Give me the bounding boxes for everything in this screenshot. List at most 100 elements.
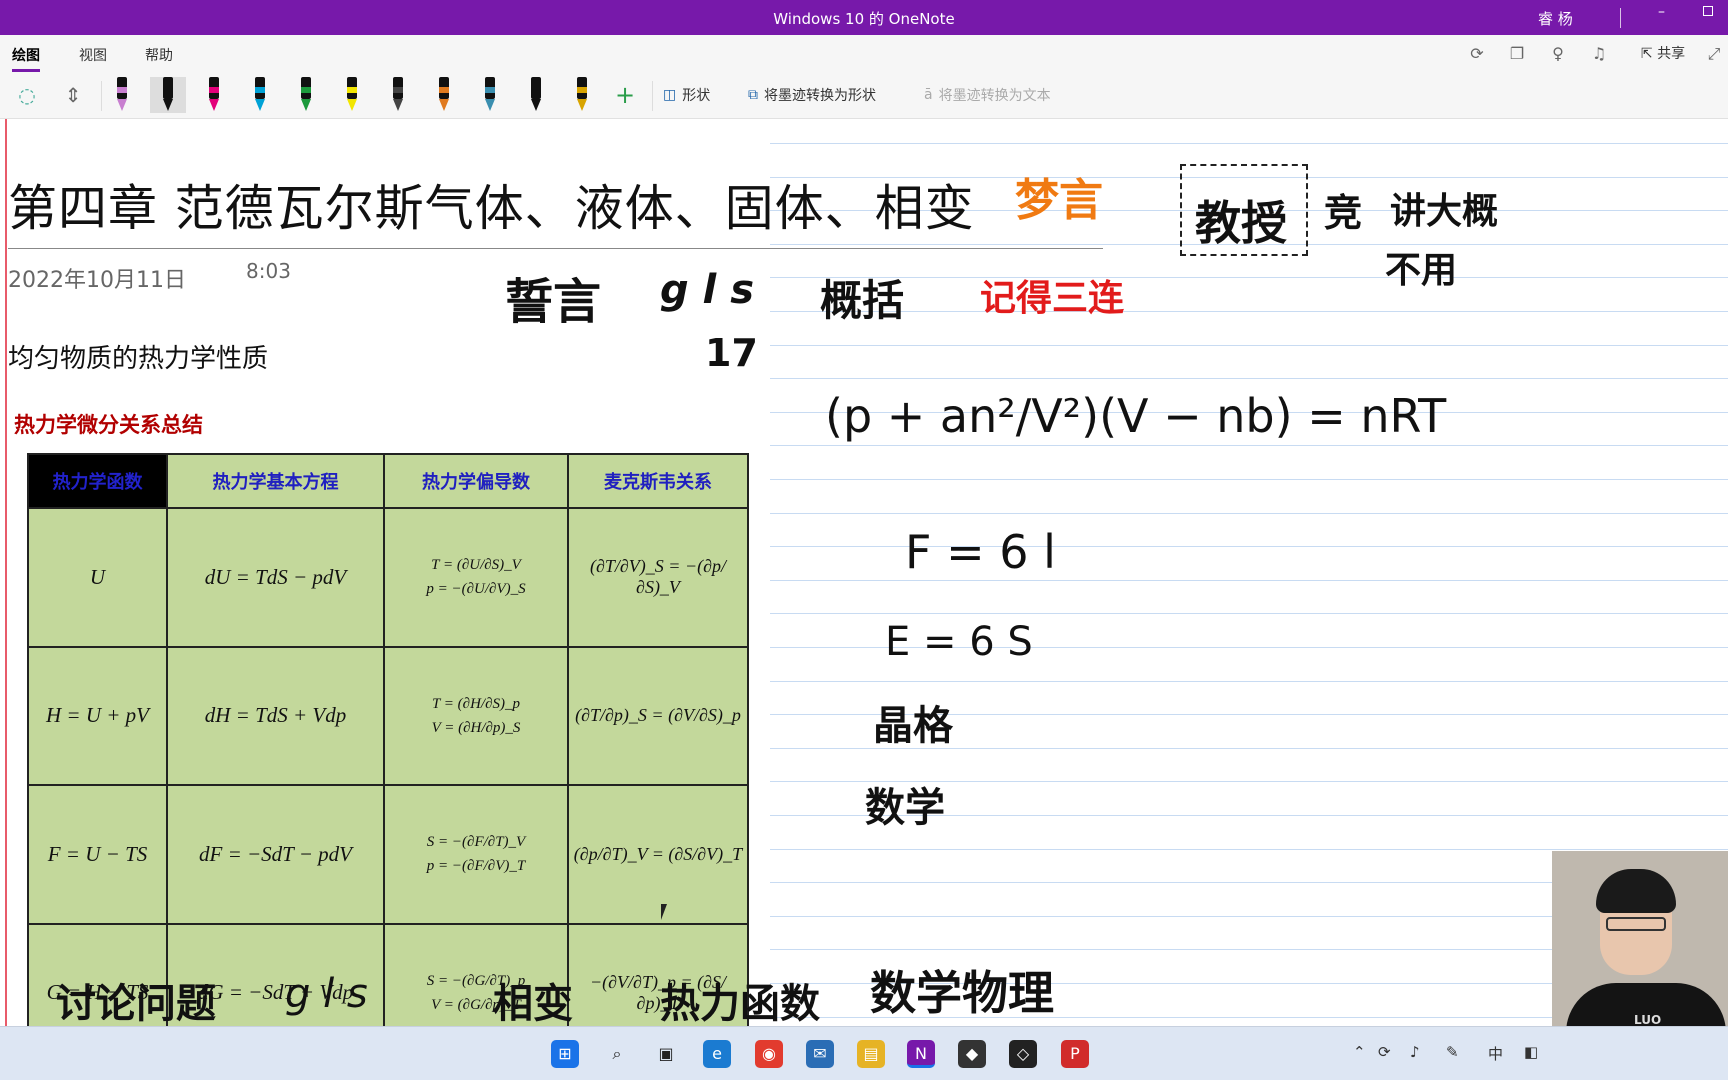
pen-tray-icon[interactable]: ✎: [1446, 1043, 1459, 1061]
tab-view[interactable]: 视图: [79, 45, 107, 65]
insert-space-icon[interactable]: ⇕: [62, 84, 84, 106]
start-icon[interactable]: ⊞: [551, 1040, 579, 1068]
partial-1: T = (∂U/∂S)_V: [431, 557, 521, 574]
sync-icon[interactable]: ⟳: [1466, 43, 1488, 65]
tab-help[interactable]: 帮助: [145, 45, 173, 65]
ink-gls[interactable]: g l s: [660, 267, 754, 313]
table-row: H = U + pV dH = TdS + Vdp T = (∂H/∂S)_p V…: [27, 645, 749, 786]
title-underline: [8, 248, 1103, 249]
page-time: 8:03: [246, 259, 291, 283]
table-header-row: 热力学函数 热力学基本方程 热力学偏导数 麦克斯韦关系: [27, 453, 749, 509]
tray-chevron-icon[interactable]: ⌃: [1353, 1043, 1366, 1061]
chrome-icon[interactable]: ◉: [755, 1040, 783, 1068]
table-title[interactable]: 热力学微分关系总结: [14, 409, 203, 439]
ruled-line: [770, 445, 1728, 447]
shapes-icon: ◫: [663, 87, 677, 103]
table-row: U dU = TdS − pdV T = (∂U/∂S)_V p = −(∂U/∂…: [27, 507, 749, 648]
ink-e6s[interactable]: E = 6 S: [885, 619, 1033, 665]
ruled-line: [770, 143, 1728, 144]
window-title: Windows 10 的 OneNote: [773, 10, 955, 28]
maximize-button[interactable]: [1703, 6, 1713, 16]
cell-basic-eq: dU = TdS − pdV: [166, 507, 385, 648]
ink-gls-bottom[interactable]: g l s: [285, 971, 368, 1017]
pen-rainbow-icon[interactable]: [434, 77, 454, 113]
section-heading[interactable]: 均匀物质的热力学性质: [8, 338, 268, 375]
ruled-line: [770, 479, 1728, 480]
task-view-icon[interactable]: ▣: [652, 1040, 680, 1068]
app-icon-dark[interactable]: ◆: [958, 1040, 986, 1068]
share-icon: ⇱: [1640, 46, 1653, 62]
ink-mengyan[interactable]: 梦言: [1015, 164, 1103, 228]
search-icon[interactable]: ⌕: [603, 1040, 631, 1068]
ink-f6l[interactable]: F = 6 l: [905, 525, 1056, 579]
pen-magenta-icon[interactable]: [204, 77, 224, 113]
ink-relihanshu[interactable]: 热力函数: [660, 971, 820, 1026]
onenote-icon[interactable]: N: [907, 1040, 935, 1068]
microphone-icon[interactable]: ♪: [1410, 1043, 1420, 1061]
ime-indicator[interactable]: 中: [1488, 1043, 1503, 1064]
ink-to-text-label: 将墨迹转换为文本: [938, 88, 1051, 104]
ribbon-separator: [652, 81, 653, 111]
pen-ocean-icon[interactable]: [480, 77, 500, 113]
pen-green-icon[interactable]: [296, 77, 316, 113]
ink-jing[interactable]: 竞: [1324, 182, 1362, 237]
title-separator: [1620, 8, 1621, 28]
ink-shuxuewuli[interactable]: 数学物理: [870, 957, 1054, 1023]
thermo-table[interactable]: 热力学函数 热力学基本方程 热力学偏导数 麦克斯韦关系 U dU = TdS −…: [27, 453, 749, 1026]
lightbulb-icon[interactable]: ♀: [1547, 43, 1569, 65]
app-icon-cube[interactable]: ◇: [1009, 1040, 1037, 1068]
shirt-logo: LUO: [1634, 1013, 1662, 1027]
user-name[interactable]: 睿 杨: [1538, 8, 1573, 29]
expand-icon[interactable]: ⤢: [1703, 43, 1725, 65]
page-icon[interactable]: ❐: [1506, 43, 1528, 65]
tray-sync-icon[interactable]: ⟳: [1378, 1043, 1391, 1061]
ink-xiangbian[interactable]: 相变: [493, 971, 573, 1026]
ink-17[interactable]: 17: [705, 331, 758, 375]
ink-taolun[interactable]: 讨论问题: [56, 971, 216, 1026]
note-page[interactable]: 第四章 范德瓦尔斯气体、液体、固体、相变 2022年10月11日 8:03 均匀…: [0, 119, 1728, 1026]
lasso-select-icon[interactable]: ◌: [16, 84, 38, 106]
partial-2: p = −(∂F/∂V)_T: [426, 858, 526, 875]
share-button[interactable]: ⇱ 共享: [1628, 43, 1698, 65]
cell-basic-eq: dH = TdS + Vdp: [166, 645, 385, 786]
ink-buyong[interactable]: 不用: [1385, 241, 1457, 293]
ruled-line: [770, 579, 1728, 581]
page-title[interactable]: 第四章 范德瓦尔斯气体、液体、固体、相变: [8, 169, 975, 240]
shapes-label: 形状: [682, 88, 711, 104]
pdf-app-icon[interactable]: P: [1061, 1040, 1089, 1068]
file-explorer-icon[interactable]: ▤: [857, 1040, 885, 1068]
ink-jingge[interactable]: 晶格: [873, 693, 953, 751]
ink-to-shape-button[interactable]: ⧉ 将墨迹转换为形状: [748, 85, 876, 105]
shapes-button[interactable]: ◫ 形状: [663, 85, 710, 105]
pen-galaxy-icon[interactable]: [388, 77, 408, 113]
highlighter-pink-icon[interactable]: [112, 77, 132, 113]
tray-app-icon[interactable]: ◧: [1524, 1043, 1538, 1061]
pen-dark-icon[interactable]: [526, 77, 546, 113]
page-date: 2022年10月11日: [8, 268, 186, 293]
edge-icon[interactable]: e: [703, 1040, 731, 1068]
ink-to-text-icon: ā: [924, 87, 933, 103]
partial-2: V = (∂H/∂p)_S: [431, 719, 521, 736]
ink-sanlian[interactable]: 记得三连: [980, 269, 1124, 321]
bell-icon[interactable]: ♫: [1588, 43, 1610, 65]
ink-shuxue[interactable]: 数学: [865, 775, 945, 833]
cell-maxwell: (∂p/∂T)_V = (∂S/∂V)_T: [567, 784, 749, 925]
add-pen-icon[interactable]: +: [614, 83, 636, 107]
minimize-button[interactable]: –: [1658, 4, 1665, 20]
ink-shiyan[interactable]: 誓言: [505, 262, 601, 332]
cell-function: F = U − TS: [27, 784, 168, 925]
ink-vdw-equation[interactable]: (p + an²/V²)(V − nb) = nRT: [825, 389, 1446, 443]
ink-gaikuo[interactable]: 概括: [820, 267, 904, 328]
pen-gold-icon[interactable]: [572, 77, 592, 113]
ink-jiaoshou[interactable]: 教授: [1195, 187, 1287, 253]
ink-to-text-button[interactable]: ā 将墨迹转换为文本: [924, 85, 1051, 105]
pen-cyan-icon[interactable]: [250, 77, 270, 113]
header-maxwell: 麦克斯韦关系: [567, 453, 749, 509]
tab-draw[interactable]: 绘图: [12, 45, 40, 72]
ink-jiangdagai[interactable]: 讲大概: [1390, 182, 1498, 234]
mail-icon[interactable]: ✉: [806, 1040, 834, 1068]
pen-black-icon[interactable]: [150, 77, 186, 113]
person-hair: [1596, 869, 1676, 913]
highlighter-yellow-icon[interactable]: [342, 77, 362, 113]
mouse-cursor: [661, 904, 673, 920]
